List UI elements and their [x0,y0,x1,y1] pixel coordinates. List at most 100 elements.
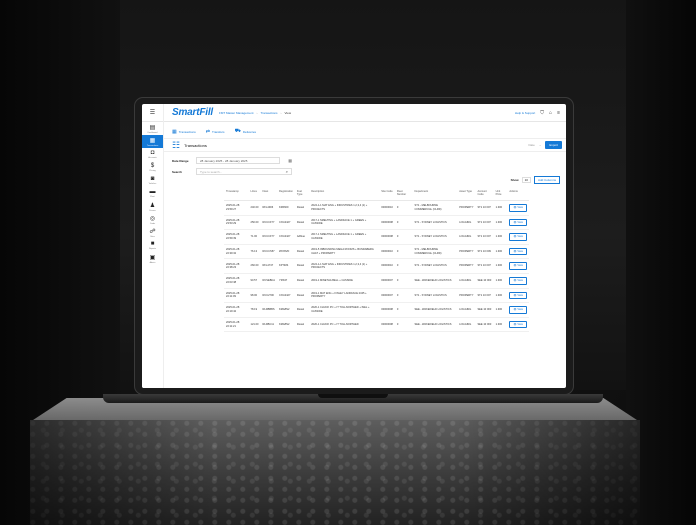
column-header[interactable]: Asset Type [457,188,476,201]
column-header[interactable]: Unit Price [493,188,508,201]
table-row: 2025-01-28 22:19:42 78.19 RLDBBBS KMA8N2 Die… [224,302,529,318]
table-cell: 2025-01-28 22:38:23 [224,258,249,274]
sidebar-item-cards[interactable]: ◎ Cards [142,213,163,226]
column-header[interactable]: Description [309,188,380,201]
help-link[interactable]: Help & Support [515,111,535,115]
table-cell: SEE 10 003 [475,302,494,318]
table-cell: LOGGING [457,317,476,333]
date-range-row: Date Range 28 January 2025 - 28 January … [172,157,292,164]
dollar-icon: $ [150,163,155,169]
tab-transfers[interactable]: ⇄ Transfers [206,128,225,135]
page-header: ☷ Transactions Date ⌄ Export [164,138,566,152]
table-cell: PROPERTY [457,200,476,216]
table-cell: 1.300 [493,215,508,231]
tab-label: Transactions [178,129,196,134]
table-cell: 260.00 [248,258,261,274]
view-button[interactable]: 👁 View [509,291,527,300]
date-filter-select[interactable]: Date [528,143,534,147]
table-cell: 00000010 [379,258,395,274]
view-button[interactable]: 👁 View [509,204,527,212]
sidebar-item-sites[interactable]: ☍ Sites [142,226,163,239]
column-header[interactable]: Fleet Number [394,188,413,201]
table-cell: ST1 - SYDNEY LOGISTICS [412,215,458,231]
table-cell: RCSEBCA [260,273,278,289]
view-button[interactable]: 👁 View [509,218,527,227]
bell-icon[interactable]: ⌂ [549,110,552,116]
table-cell: ST1 10 007 [475,200,494,216]
transactions-table: Timestamp Litres Fleet Registration Fuel Typ… [224,188,529,333]
view-button[interactable]: 👁 View [509,306,527,314]
view-button[interactable]: 👁 View [509,262,527,270]
sidebar-item-accounts[interactable]: ◘ Accounts [142,148,163,161]
column-header[interactable]: Department [412,188,458,201]
search-input[interactable]: Type to search... ⌕ [196,168,292,175]
page-size-select[interactable]: 10 [521,177,531,183]
breadcrumb-item[interactable]: Transactions [260,111,277,115]
box-icon: ▣ [149,254,156,261]
breadcrumb-item[interactable]: FMT Master Management [219,111,253,115]
sidebar-item-admin[interactable]: ▣ Admin [142,252,163,265]
table-cell: 1.300 [493,317,508,333]
sidebar-item-vehicles[interactable]: ◙ Vehicles [142,174,163,187]
table-cell: 71.00 [248,229,261,245]
table-cell: RCCCF77 [260,229,278,245]
table-cell: 2019-1 MAT ENG + FINLEY LANDFACE 2345 + … [309,288,380,304]
view-button[interactable]: 👁 View [509,276,527,285]
column-header[interactable]: Fuel Type [294,188,310,201]
table-icon: ☷ [172,139,181,150]
column-header[interactable]: Litres [248,188,261,201]
view-button[interactable]: 👁 View [509,233,527,241]
table-cell: 121.00 [248,317,261,333]
list-icon: ▦ [149,137,156,144]
table-cell: 2020-1 CHUCK PC + IT TOLLNORTHED [309,317,380,333]
app-logo[interactable]: SmartFill [172,107,213,118]
table-cell: 👁 View [507,317,529,333]
column-header[interactable]: Actions [507,188,529,201]
sidebar-item-pricing[interactable]: $ Pricing [142,161,163,174]
sidebar-item-fleet[interactable]: ▬ Fleet [142,187,163,200]
calendar-icon[interactable]: ▦ [288,158,292,163]
view-button[interactable]: 👁 View [509,247,527,256]
add-columns-button[interactable]: Add Columns [533,176,560,184]
tab-label: Transfers [212,129,225,134]
table-cell: 👁 View [507,273,529,289]
table-cell: 👁 View [507,244,529,260]
table-cell: 00000008 [379,317,395,333]
column-header[interactable]: Site Code [379,188,395,201]
menu-toggle[interactable]: ☰ [142,104,164,122]
table-cell: RLDBBBS [260,302,278,318]
table-cell: YRS37 [277,273,295,289]
table-cell: 0 [394,215,413,231]
column-header[interactable]: Fleet [260,188,278,201]
sidebar-item-drivers[interactable]: ♟ Drivers [142,200,163,213]
table-cell: 0 [394,258,413,274]
sidebar-item-dashboard[interactable]: ▤ Dashboard [142,122,163,135]
sidebar-item-label: Drivers [149,209,156,212]
column-header[interactable]: Timestamp [224,188,249,201]
tab-transactions[interactable]: ▦ Transactions [172,128,196,135]
sidebar-item-transactions[interactable]: ▦ Transactions [142,135,163,148]
date-range-field[interactable]: 28 January 2025 - 28 January 2025 [196,157,280,164]
view-button[interactable]: 👁 View [509,320,527,329]
laptop-notch [318,394,388,398]
table-cell: LOGGING [457,215,476,231]
table-cell: RLDBC11 [260,317,278,333]
table-cell: ST1 10 009 [475,244,494,260]
sidebar-item-reports[interactable]: ■ Reports [142,239,163,252]
sidebar-item-label: Transactions [146,144,159,147]
export-button[interactable]: Export [545,141,562,149]
sidebar: ▤ Dashboard ▦ Transactions ◘ Accounts $ Pric… [142,122,164,388]
tab-deliveries[interactable]: ⛟ Deliveries [235,128,256,135]
search-icon: ⌕ [285,169,288,174]
table-cell: 2025-01-28 23:53:29 [224,215,249,231]
column-header[interactable]: Account Code [475,188,494,201]
table-cell: PROPERTY [457,288,476,304]
table-cell: ST1 - MELBOURNE COMMERCIAL (CLRD) [412,200,458,216]
column-header[interactable]: Registration [277,188,295,201]
chevron-down-icon: ⌄ [538,143,542,147]
table-cell: 00000007 [379,273,395,289]
table-cell: 0 [394,288,413,304]
filter-icon[interactable]: ⛉ [540,110,544,116]
menu-icon[interactable]: ≡ [557,110,560,116]
table-cell: Diesel [294,273,310,289]
